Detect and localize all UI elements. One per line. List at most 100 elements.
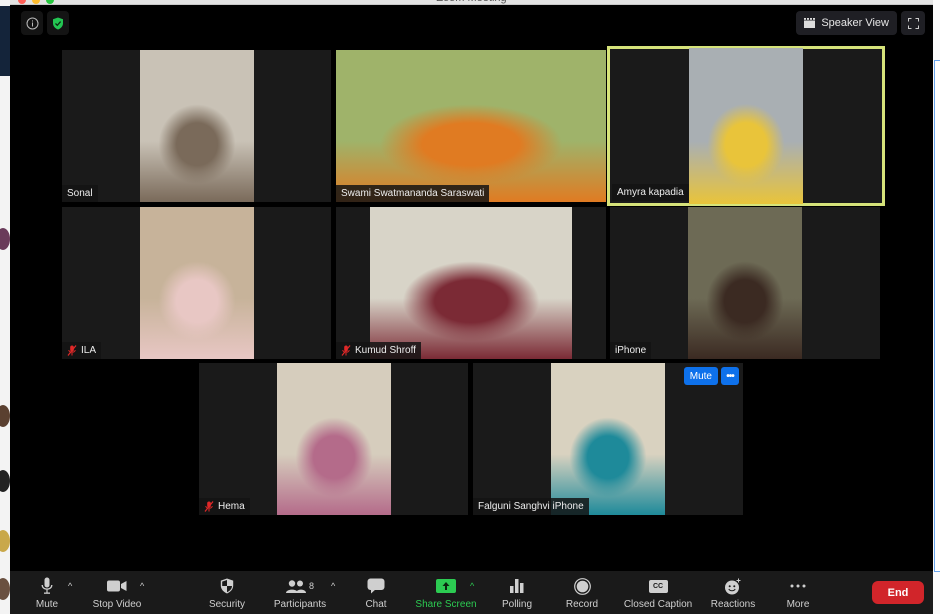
participant-more-button[interactable]: ••• [721, 367, 739, 385]
participant-video [370, 207, 572, 359]
participant-name: Swami Swatmananda Saraswati [341, 188, 485, 199]
chat-bubble-icon [367, 578, 385, 594]
closed-caption-icon: CC [648, 579, 668, 593]
share-screen-icon [436, 579, 456, 593]
participant-tile-active-speaker[interactable]: Amyra kapadia [607, 46, 885, 206]
desktop-avatar [0, 578, 10, 600]
screen: Zoom Meeting [0, 0, 940, 614]
record-label: Record [565, 599, 599, 610]
participant-video [688, 207, 802, 359]
mute-label: Mute [35, 599, 59, 610]
participant-video [689, 48, 803, 204]
participant-tile[interactable]: Hema [199, 363, 468, 515]
info-icon [26, 17, 38, 29]
participant-tile[interactable]: Falguni Sanghvi iPhone Mute ••• [473, 363, 743, 515]
participants-button[interactable]: 8 Participants [272, 571, 328, 614]
participant-name: Hema [218, 501, 245, 512]
video-camera-icon [107, 580, 127, 592]
participants-count: 8 [308, 581, 314, 591]
security-label: Security [208, 599, 246, 610]
speaker-view-button[interactable]: Speaker View [796, 11, 897, 35]
security-button[interactable]: Security [206, 571, 248, 614]
video-options-caret[interactable]: ^ [140, 581, 144, 591]
participant-video [551, 363, 665, 515]
desktop-background-right [933, 0, 940, 614]
participant-name-tag: Sonal [62, 185, 98, 202]
speaker-view-label: Speaker View [821, 17, 889, 29]
desktop-window-fragment [0, 6, 10, 76]
view-controls: Speaker View [796, 11, 925, 35]
mute-button[interactable]: Mute [32, 571, 62, 614]
stop-video-label: Stop Video [92, 599, 142, 610]
polling-button[interactable]: Polling [500, 571, 534, 614]
desktop-selection [934, 60, 940, 572]
speaker-view-icon [804, 18, 816, 28]
participant-name-tag: Swami Swatmananda Saraswati [336, 185, 490, 202]
participants-label: Participants [273, 599, 327, 610]
fullscreen-icon [907, 17, 919, 29]
meeting-toolbar: Mute ^ Stop Video ^ Security 8 Participa… [10, 571, 933, 614]
participant-name: Kumud Shroff [355, 345, 416, 356]
participant-tile[interactable]: Sonal [62, 50, 331, 202]
chat-button[interactable]: Chat [363, 571, 389, 614]
share-screen-button[interactable]: Share Screen [415, 571, 477, 614]
muted-mic-icon [67, 345, 77, 356]
more-dots-icon [790, 584, 806, 588]
participant-tile[interactable]: Kumud Shroff [336, 207, 606, 359]
participant-name-tag: Falguni Sanghvi iPhone [473, 498, 589, 515]
closed-caption-label: Closed Caption [623, 599, 693, 610]
shield-check-icon [53, 17, 63, 29]
muted-mic-icon [204, 501, 214, 512]
meeting-info-button[interactable] [21, 11, 43, 35]
desktop-avatar [0, 405, 10, 427]
desktop-avatar [0, 530, 10, 552]
security-shield-icon [220, 578, 234, 594]
desktop-background-left [0, 0, 10, 614]
more-label: More [786, 599, 810, 610]
chat-label: Chat [365, 599, 387, 610]
participant-name: Amyra kapadia [617, 187, 684, 198]
fullscreen-button[interactable] [901, 11, 925, 35]
meeting-info-group [21, 11, 69, 35]
stop-video-button[interactable]: Stop Video [90, 571, 144, 614]
microphone-icon [41, 577, 53, 594]
participant-name-tag: iPhone [610, 342, 652, 359]
share-options-caret[interactable]: ^ [470, 581, 474, 591]
window-title: Zoom Meeting [10, 0, 933, 4]
encryption-button[interactable] [47, 11, 69, 35]
participant-name: Falguni Sanghvi iPhone [478, 501, 584, 512]
participants-options-caret[interactable]: ^ [331, 581, 335, 591]
record-icon [573, 577, 591, 595]
participant-name-tag: ILA [62, 342, 102, 359]
participant-name-tag: Amyra kapadia [612, 184, 689, 201]
reactions-label: Reactions [710, 599, 756, 610]
more-button[interactable]: More [784, 571, 812, 614]
tile-hover-controls: Mute ••• [683, 367, 739, 385]
polling-chart-icon [510, 579, 524, 593]
desktop-avatar [0, 470, 10, 492]
muted-mic-icon [341, 345, 351, 356]
record-button[interactable]: Record [565, 571, 599, 614]
closed-caption-button[interactable]: CC Closed Caption [622, 571, 694, 614]
participant-name-tag: Hema [199, 498, 250, 515]
share-screen-label: Share Screen [415, 599, 477, 610]
participant-tile[interactable]: Swami Swatmananda Saraswati [336, 50, 606, 202]
participant-video [277, 363, 391, 515]
reactions-smiley-icon [725, 578, 741, 594]
participant-name: iPhone [615, 345, 647, 356]
participants-icon [285, 579, 306, 593]
desktop-avatar [0, 228, 10, 250]
polling-label: Polling [501, 599, 533, 610]
participant-name-tag: Kumud Shroff [336, 342, 421, 359]
reactions-button[interactable]: Reactions [708, 571, 758, 614]
mute-participant-button[interactable]: Mute [683, 367, 718, 385]
participant-tile[interactable]: ILA [62, 207, 331, 359]
participant-video [140, 50, 254, 202]
participant-tile[interactable]: iPhone [610, 207, 880, 359]
participant-video [336, 50, 606, 202]
participant-video [140, 207, 254, 359]
participant-name: ILA [81, 345, 97, 356]
audio-options-caret[interactable]: ^ [68, 581, 72, 591]
meeting-area: Speaker View Sonal Swami Swatmananda Sar… [10, 5, 933, 571]
end-meeting-button[interactable]: End [872, 581, 924, 604]
